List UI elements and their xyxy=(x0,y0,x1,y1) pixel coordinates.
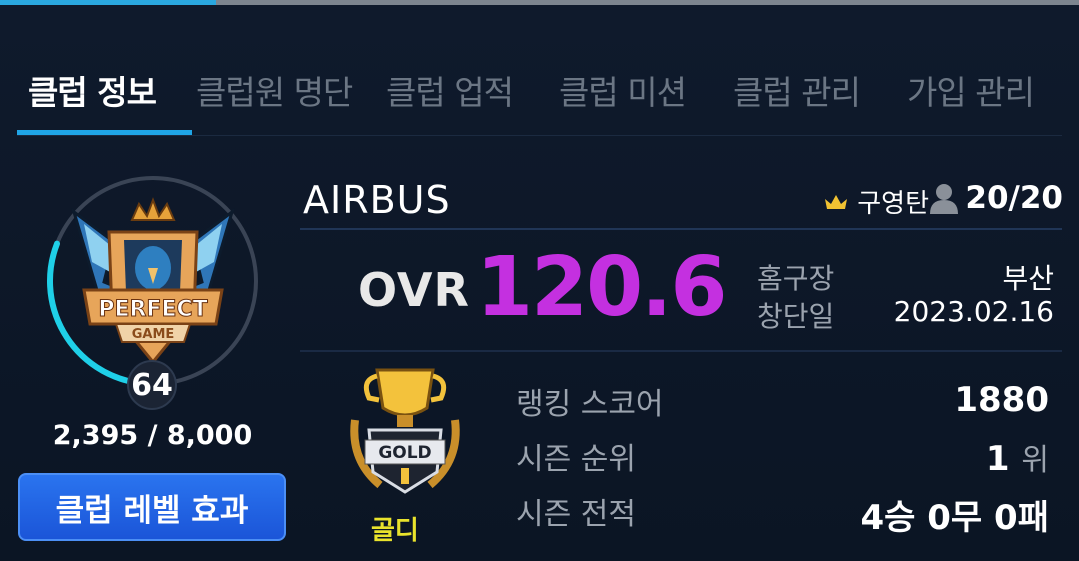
club-xp-text: 2,395 / 8,000 xyxy=(52,420,253,451)
club-owner-name: 구영탄 xyxy=(857,189,929,219)
ranking-score-value: 1880 xyxy=(954,380,1049,420)
club-level-badge: 64 xyxy=(127,360,177,410)
club-name: AIRBUS xyxy=(303,178,451,222)
club-emblem: PERFECT GAME xyxy=(44,172,262,390)
season-rank-label: 시즌 순위 xyxy=(516,442,636,477)
tab-join-management[interactable]: 가입 관리 xyxy=(907,60,1035,120)
crown-icon xyxy=(825,194,848,209)
tab-club-achievements[interactable]: 클럽 업적 xyxy=(386,60,514,120)
tier-name: 골디 xyxy=(371,516,419,546)
tab-club-info[interactable]: 클럽 정보 xyxy=(28,60,157,120)
emblem-text-bottom: GAME xyxy=(132,327,175,342)
founded-date-value: 2023.02.16 xyxy=(893,295,1054,328)
season-record-value: 4승 0무 0패 xyxy=(860,498,1050,538)
tab-club-members[interactable]: 클럽원 명단 xyxy=(196,60,353,120)
ranking-score-label: 랭킹 스코어 xyxy=(516,387,664,422)
season-rank-value: 1 xyxy=(985,439,1010,479)
club-level-effect-button[interactable]: 클럽 레벨 효과 xyxy=(18,473,286,541)
emblem-text-top: PERFECT xyxy=(98,297,207,322)
season-rank-unit: 위 xyxy=(1021,443,1049,478)
active-tab-indicator xyxy=(17,130,192,135)
stats-divider xyxy=(300,350,1062,352)
season-record-label: 시즌 전적 xyxy=(516,497,636,532)
club-level-value: 64 xyxy=(131,367,173,403)
header-divider xyxy=(300,228,1062,230)
member-icon xyxy=(930,184,959,214)
club-owner: 구영탄 xyxy=(823,183,929,220)
member-count-value: 20/20 xyxy=(965,180,1063,216)
tab-club-management[interactable]: 클럽 관리 xyxy=(733,60,861,120)
tier-trophy-icon: GOLD xyxy=(335,360,475,500)
tab-bar: 클럽 정보 클럽원 명단 클럽 업적 클럽 미션 클럽 관리 가입 관리 xyxy=(0,60,1079,120)
tier-badge-text: GOLD xyxy=(378,443,431,463)
ovr-value: 120.6 xyxy=(476,240,727,335)
ovr-label: OVR xyxy=(358,263,470,317)
tab-divider xyxy=(17,135,1062,136)
season-rank: 1 위 xyxy=(986,435,1049,479)
member-count: 20/20 xyxy=(929,180,1063,216)
tab-club-missions[interactable]: 클럽 미션 xyxy=(559,60,687,120)
founded-date-label: 창단일 xyxy=(757,300,835,333)
home-stadium-label: 홈구장 xyxy=(757,262,835,295)
home-stadium-value: 부산 xyxy=(1002,262,1054,295)
